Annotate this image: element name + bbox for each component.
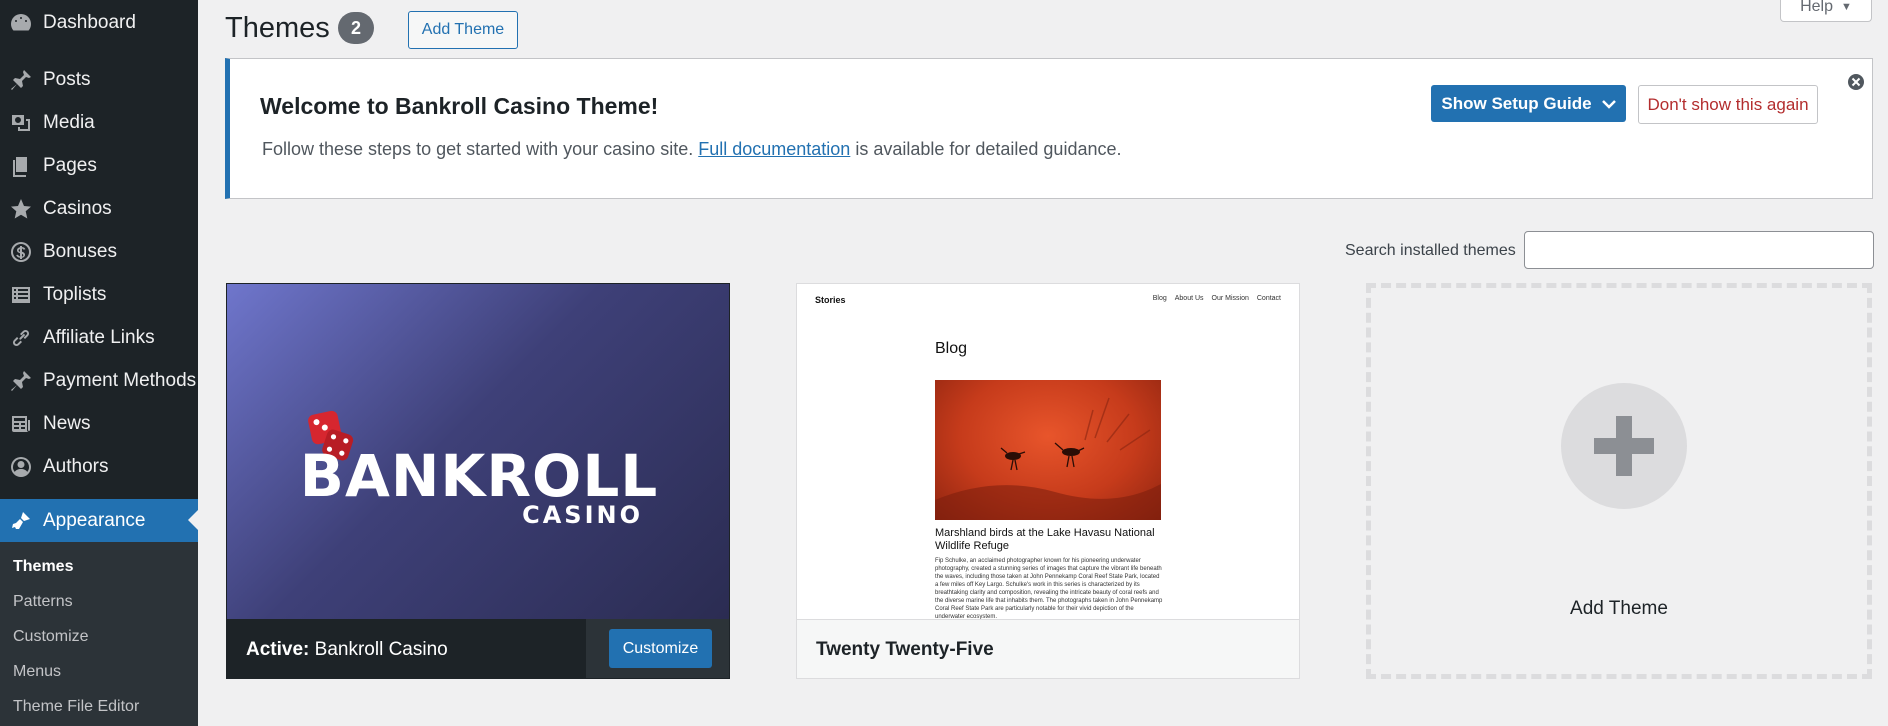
sidebar-item-pages[interactable]: Pages (0, 144, 198, 187)
help-label: Help (1800, 0, 1833, 15)
active-prefix: Active: (246, 638, 310, 660)
notice-text-after: is available for detailed guidance. (850, 139, 1122, 159)
caret-down-icon: ▼ (1841, 0, 1852, 13)
sidebar-item-label: News (43, 412, 91, 434)
customize-button[interactable]: Customize (609, 629, 712, 668)
preview-site-title: Stories (815, 295, 846, 305)
sidebar-item-authors[interactable]: Authors (0, 445, 198, 488)
submenu-item-menus[interactable]: Menus (13, 663, 61, 681)
add-circle (1561, 383, 1687, 509)
theme-screenshot: Stories Blog About Us Our Mission Contac… (797, 284, 1299, 619)
pin-icon (8, 368, 34, 394)
news-icon (8, 411, 34, 437)
theme-count-badge: 2 (338, 12, 374, 44)
submenu-item-theme-file-editor[interactable]: Theme File Editor (13, 698, 139, 716)
setup-button-label: Show Setup Guide (1441, 93, 1592, 113)
dollar-icon (8, 239, 34, 265)
sidebar-item-dashboard[interactable]: Dashboard (0, 1, 198, 44)
preview-nav-item: Our Mission (1211, 295, 1249, 302)
preview-nav-item: Blog (1152, 295, 1167, 302)
admin-sidebar: Dashboard Posts Media Pages Casinos Bonu… (0, 0, 198, 726)
plus-icon (1594, 416, 1654, 476)
user-icon (8, 454, 34, 480)
preview-heading: Blog (935, 340, 968, 357)
help-tab-button[interactable]: Help ▼ (1780, 0, 1872, 22)
sidebar-item-label: Casinos (43, 197, 112, 219)
preview-nav-item: About Us (1174, 295, 1204, 302)
logo-sub-text: CASINO (522, 501, 643, 529)
sidebar-item-label: Posts (43, 68, 91, 90)
bankroll-casino-logo: BANKROLL CASINO (300, 410, 658, 529)
preview-nav: Blog About Us Our Mission Contact (1153, 295, 1281, 302)
sidebar-item-casinos[interactable]: Casinos (0, 187, 198, 230)
submenu-item-patterns[interactable]: Patterns (13, 593, 73, 611)
sidebar-item-label: Payment Methods (43, 369, 197, 391)
customize-actions: Customize (586, 619, 729, 678)
sidebar-item-affiliate-links[interactable]: Affiliate Links (0, 316, 198, 359)
sidebar-item-label: Appearance (43, 509, 146, 531)
media-icon (8, 110, 34, 136)
add-theme-button[interactable]: Add Theme (408, 11, 518, 49)
submenu-item-customize[interactable]: Customize (13, 628, 89, 646)
sidebar-item-toplists[interactable]: Toplists (0, 273, 198, 316)
sidebar-item-posts[interactable]: Posts (0, 58, 198, 101)
appearance-submenu: Themes Patterns Customize Menus Theme Fi… (0, 542, 198, 726)
add-theme-label: Add Theme (1570, 598, 1668, 619)
theme-card-twenty-twenty-five[interactable]: Stories Blog About Us Our Mission Contac… (796, 283, 1300, 679)
list-icon (8, 282, 34, 308)
dashboard-icon (8, 10, 34, 36)
preview-headline: Marshland birds at the Lake Havasu Natio… (935, 527, 1155, 552)
active-theme-bar: Active: Bankroll Casino Customize (227, 619, 729, 678)
theme-card-bankroll-casino[interactable]: BANKROLL CASINO Active: Bankroll Casino … (226, 283, 730, 679)
sidebar-item-label: Media (43, 111, 95, 133)
brush-icon (8, 508, 34, 534)
theme-name-bar: Twenty Twenty-Five (797, 619, 1299, 678)
active-theme-name: Bankroll Casino (314, 638, 448, 660)
preview-bird-image (935, 380, 1161, 520)
sidebar-item-bonuses[interactable]: Bonuses (0, 230, 198, 273)
logo-main-text: BANKROLL (300, 442, 658, 510)
chevron-down-icon (1601, 99, 1616, 109)
add-new-theme-card[interactable]: Add Theme (1366, 283, 1872, 679)
active-theme-label: Active: Bankroll Casino (246, 639, 448, 661)
preview-body-text: Fip Schulke, an acclaimed photographer k… (935, 558, 1163, 619)
sidebar-item-news[interactable]: News (0, 402, 198, 445)
sidebar-item-label: Dashboard (43, 11, 136, 33)
notice-text: Follow these steps to get started with y… (262, 139, 1122, 160)
notice-title: Welcome to Bankroll Casino Theme! (260, 93, 659, 119)
search-label: Search installed themes (1345, 242, 1516, 259)
theme-name: Twenty Twenty-Five (816, 639, 994, 660)
star-icon (8, 196, 34, 222)
pages-icon (8, 153, 34, 179)
search-themes-input[interactable] (1524, 231, 1874, 269)
notice-text-before: Follow these steps to get started with y… (262, 139, 699, 159)
page-title: Themes (225, 12, 330, 44)
sidebar-item-label: Bonuses (43, 240, 117, 262)
preview-nav-item: Contact (1256, 295, 1281, 302)
sidebar-item-media[interactable]: Media (0, 101, 198, 144)
full-documentation-link[interactable]: Full documentation (698, 139, 850, 159)
sidebar-item-label: Authors (43, 455, 109, 477)
submenu-item-themes[interactable]: Themes (13, 558, 73, 576)
sidebar-item-payment-methods[interactable]: Payment Methods (0, 359, 198, 402)
pin-icon (8, 67, 34, 93)
sidebar-item-label: Affiliate Links (43, 326, 155, 348)
sidebar-item-label: Toplists (43, 283, 107, 305)
show-setup-guide-button[interactable]: Show Setup Guide (1431, 85, 1626, 122)
link-icon (8, 325, 34, 351)
theme-screenshot: BANKROLL CASINO (227, 284, 729, 619)
sidebar-item-label: Pages (43, 154, 97, 176)
sidebar-item-appearance[interactable]: Appearance (0, 499, 198, 542)
close-icon[interactable] (1847, 73, 1865, 91)
welcome-notice: Welcome to Bankroll Casino Theme! Follow… (225, 58, 1873, 199)
dont-show-again-button[interactable]: Don't show this again (1638, 85, 1818, 124)
